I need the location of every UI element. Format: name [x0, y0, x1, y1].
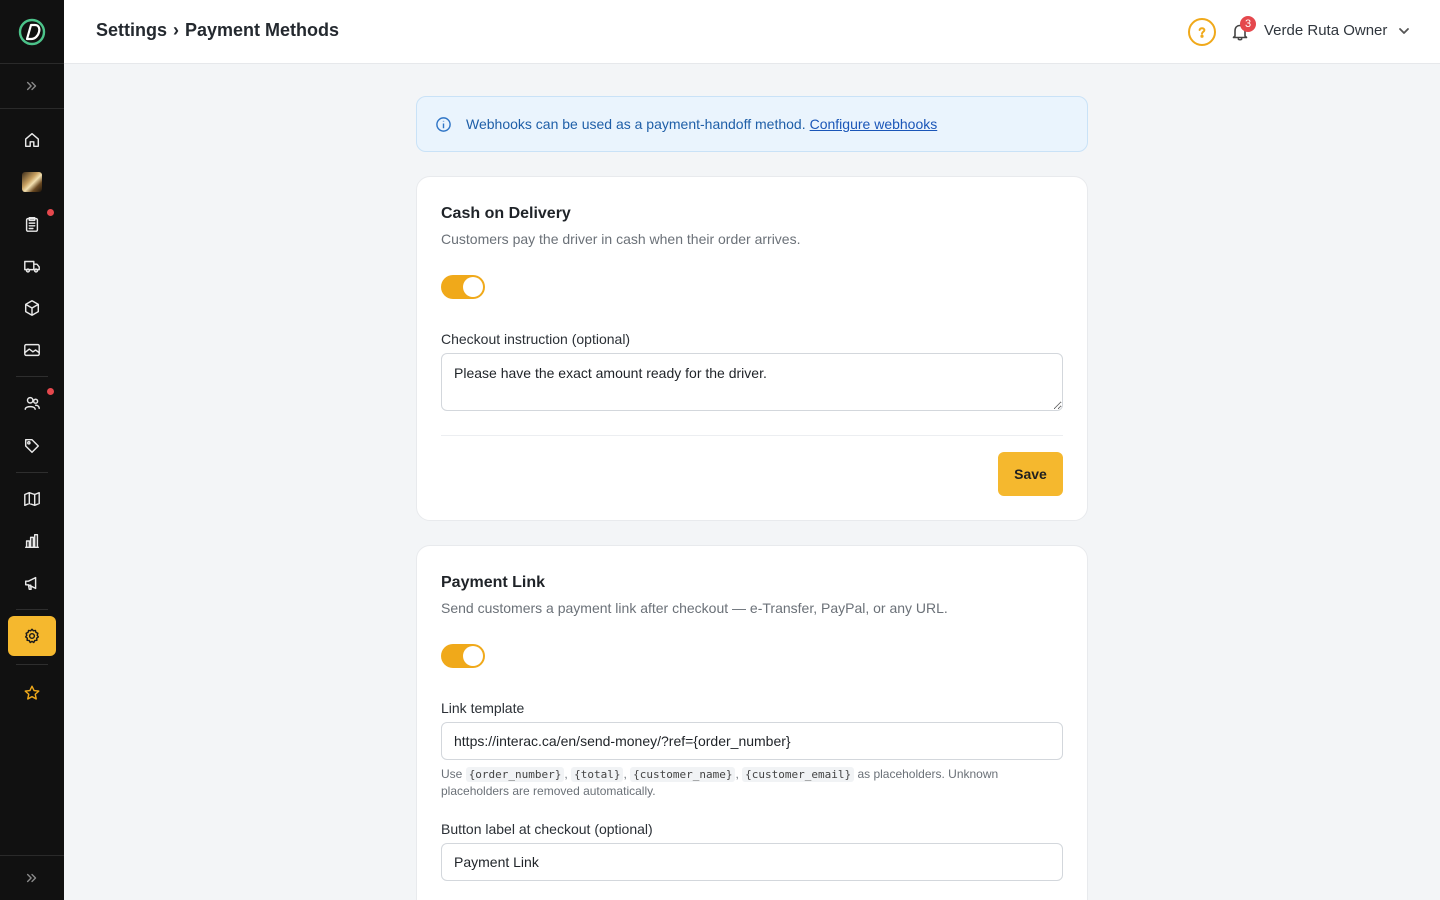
- banner-text: Webhooks can be used as a payment-handof…: [466, 116, 806, 132]
- notification-dot: [47, 209, 54, 216]
- sidebar-item-marketing[interactable]: [8, 563, 56, 603]
- checkout-instruction-label: Checkout instruction (optional): [441, 331, 631, 347]
- payment-link-toggle[interactable]: [441, 644, 485, 668]
- breadcrumb-settings-link[interactable]: Settings: [96, 20, 167, 41]
- save-button[interactable]: Save: [998, 452, 1063, 496]
- card-title: Cash on Delivery: [441, 205, 571, 222]
- sidebar-collapse-toggle[interactable]: [8, 66, 56, 106]
- top-bar: Settings › Payment Methods 3 Verde Ruta …: [64, 0, 1440, 64]
- link-template-label: Link template: [441, 700, 525, 716]
- placeholder-help-text: Use {order_number}, {total}, {customer_n…: [441, 767, 999, 798]
- notification-count-badge: 3: [1240, 16, 1256, 32]
- users-icon: [24, 396, 40, 411]
- notifications-button[interactable]: 3: [1230, 16, 1256, 44]
- image-icon: [24, 343, 40, 357]
- placeholder-code: {customer_name}: [630, 767, 736, 782]
- tag-icon: [24, 438, 40, 454]
- sidebar-divider: [16, 376, 48, 377]
- sidebar-item-customers[interactable]: [8, 383, 56, 423]
- user-name: Verde Ruta Owner: [1264, 22, 1388, 39]
- sidebar-expand-toggle[interactable]: [8, 858, 56, 898]
- sidebar-divider: [0, 855, 64, 856]
- configure-webhooks-link[interactable]: Configure webhooks: [810, 116, 938, 132]
- checkout-instruction-field[interactable]: Please have the exact amount ready for t…: [441, 353, 1063, 411]
- button-label-label: Button label at checkout (optional): [441, 821, 653, 837]
- notification-dot: [47, 388, 54, 395]
- help-prefix: Use: [441, 767, 463, 781]
- webhooks-info-banner: Webhooks can be used as a payment-handof…: [416, 96, 1088, 152]
- sidebar-item-products[interactable]: [8, 288, 56, 328]
- truck-icon: [24, 260, 40, 273]
- logo-icon: [18, 18, 46, 46]
- megaphone-icon: [24, 576, 37, 591]
- button-label-input[interactable]: [441, 843, 1063, 881]
- sidebar-item-delivery[interactable]: [8, 246, 56, 286]
- payment-link-card: Payment Link Send customers a payment li…: [416, 545, 1088, 900]
- link-template-input[interactable]: [441, 722, 1063, 760]
- sidebar-divider: [16, 609, 48, 610]
- card-title: Payment Link: [441, 574, 546, 591]
- cash-on-delivery-card: Cash on Delivery Customers pay the drive…: [416, 176, 1088, 521]
- chevron-down-icon: [1399, 27, 1410, 34]
- placeholder-code: {customer_email}: [742, 767, 855, 782]
- sidebar-item-discounts[interactable]: [8, 426, 56, 466]
- chevrons-right-icon: [26, 81, 37, 91]
- card-description: Send customers a payment link after chec…: [441, 600, 948, 616]
- placeholder-code: {total}: [571, 767, 624, 782]
- breadcrumb: Settings › Payment Methods: [96, 20, 339, 41]
- sidebar-item-guides[interactable]: [8, 479, 56, 519]
- sidebar-item-media[interactable]: [8, 330, 56, 370]
- placeholder-code: {order_number}: [465, 767, 565, 782]
- user-menu[interactable]: Verde Ruta Owner: [1264, 22, 1411, 39]
- page-title: Payment Methods: [185, 20, 340, 40]
- bar-chart-icon: [24, 533, 40, 549]
- chevrons-right-icon: [26, 873, 37, 883]
- sidebar-divider: [0, 63, 64, 64]
- sidebar-item-analytics[interactable]: [8, 521, 56, 561]
- sidebar-divider: [16, 472, 48, 473]
- clipboard-icon: [25, 216, 39, 232]
- question-icon: [1198, 27, 1206, 38]
- card-description: Customers pay the driver in cash when th…: [441, 231, 801, 247]
- card-divider: [441, 435, 1063, 436]
- sidebar-item-store[interactable]: [8, 162, 56, 202]
- sidebar-item-home[interactable]: [8, 120, 56, 160]
- sidebar-item-favorites[interactable]: [8, 673, 56, 713]
- box-icon: [24, 300, 40, 316]
- star-icon: [24, 685, 40, 700]
- store-thumbnail: [22, 172, 42, 192]
- map-icon: [24, 491, 40, 507]
- info-icon: [436, 116, 451, 132]
- brand-logo[interactable]: [0, 0, 64, 64]
- sidebar-item-orders[interactable]: [8, 204, 56, 244]
- cash-on-delivery-toggle[interactable]: [441, 275, 485, 299]
- breadcrumb-separator: ›: [173, 20, 180, 40]
- home-icon: [24, 132, 40, 148]
- sidebar-item-settings[interactable]: [8, 616, 56, 656]
- sidebar: [0, 0, 64, 900]
- help-button[interactable]: [1188, 18, 1216, 46]
- sidebar-divider: [0, 108, 64, 109]
- sidebar-divider: [16, 664, 48, 665]
- gear-icon: [24, 628, 40, 644]
